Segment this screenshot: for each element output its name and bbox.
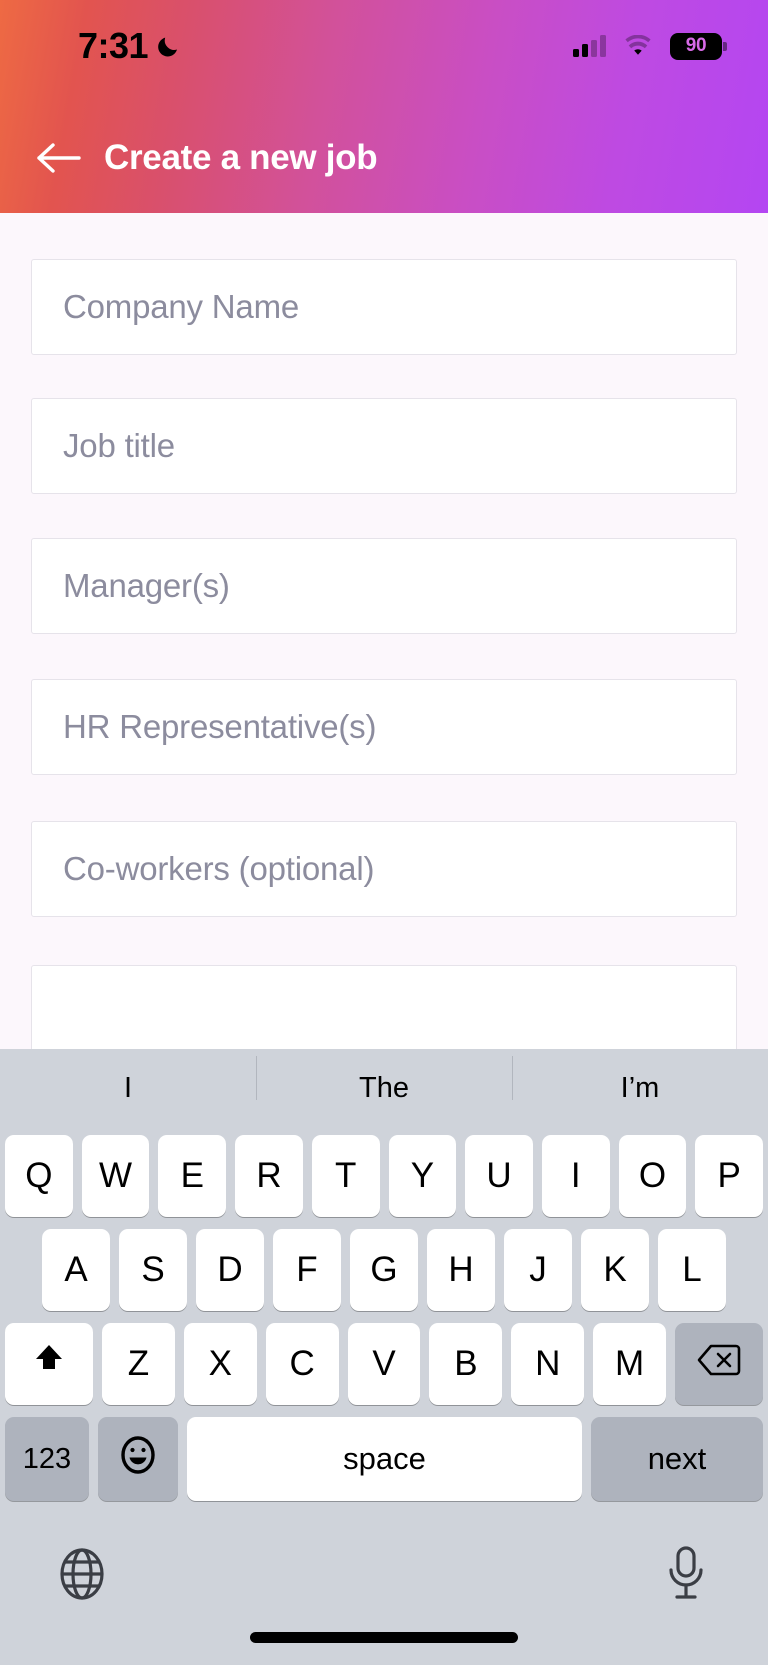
on-screen-keyboard: I The I’m Q W E R T Y U I O P A S D F G … [0,1049,768,1665]
page-title: Create a new job [104,138,378,177]
key-y[interactable]: Y [388,1135,457,1217]
key-s[interactable]: S [119,1229,187,1311]
key-x[interactable]: X [183,1323,257,1405]
keyboard-row-1: Q W E R T Y U I O P [0,1135,768,1217]
suggestion-item-1[interactable]: I [0,1072,256,1105]
key-m[interactable]: M [593,1323,667,1405]
status-bar-right: 90 [573,32,727,60]
key-v[interactable]: V [347,1323,421,1405]
key-b[interactable]: B [429,1323,503,1405]
key-j[interactable]: J [504,1229,572,1311]
globe-icon[interactable] [52,1544,112,1604]
crescent-moon-icon [156,33,182,59]
shift-arrow-icon [29,1340,69,1389]
home-indicator [250,1632,518,1643]
job-title-placeholder: Job title [63,427,175,464]
microphone-icon[interactable] [656,1544,716,1604]
suggestion-item-2[interactable]: The [256,1055,512,1105]
company-name-field[interactable]: Company Name [31,259,737,355]
key-o[interactable]: O [618,1135,687,1217]
key-u[interactable]: U [465,1135,533,1217]
company-name-placeholder: Company Name [63,288,300,325]
key-r[interactable]: R [235,1135,303,1217]
key-z[interactable]: Z [102,1323,175,1405]
key-i[interactable]: I [541,1135,610,1217]
space-key[interactable]: space [187,1417,582,1501]
job-title-field[interactable]: Job title [31,398,737,494]
battery-icon: 90 [670,32,727,60]
key-d[interactable]: D [196,1229,264,1311]
hr-representatives-placeholder: HR Representative(s) [63,708,377,745]
backspace-icon [696,1343,742,1386]
key-l[interactable]: L [658,1229,726,1311]
status-clock: 7:31 [78,25,149,66]
key-a[interactable]: A [42,1229,110,1311]
app-header: 7:31 90 Create a new job [0,0,768,213]
suggestion-bar: I The I’m [0,1049,768,1127]
navigation-bar: Create a new job [0,118,768,198]
hr-representatives-field[interactable]: HR Representative(s) [31,679,737,775]
battery-level: 90 [685,35,707,56]
co-workers-placeholder: Co-workers (optional) [63,850,375,887]
back-arrow-icon[interactable] [36,135,82,181]
co-workers-field[interactable]: Co-workers (optional) [31,821,737,917]
status-bar: 7:31 90 [0,0,768,92]
backspace-key[interactable] [675,1323,764,1405]
key-w[interactable]: W [81,1135,150,1217]
key-g[interactable]: G [350,1229,418,1311]
return-key[interactable]: next [591,1417,763,1501]
numbers-key[interactable]: 123 [5,1417,89,1501]
key-t[interactable]: T [311,1135,380,1217]
wifi-icon [623,34,653,57]
suggestion-item-3[interactable]: I’m [512,1055,768,1105]
status-bar-left: 7:31 [78,25,182,67]
cellular-signal-icon [573,35,606,57]
emoji-smiley-icon [117,1434,159,1485]
next-field[interactable] [31,965,737,1049]
managers-placeholder: Manager(s) [63,567,230,604]
keyboard-row-3: Z X C V B N M [0,1323,768,1405]
emoji-key[interactable] [98,1417,178,1501]
key-n[interactable]: N [511,1323,585,1405]
key-c[interactable]: C [265,1323,339,1405]
key-p[interactable]: P [695,1135,764,1217]
keyboard-bottom-bar [0,1519,768,1629]
keyboard-row-4: 123 space next [0,1417,768,1501]
key-q[interactable]: Q [5,1135,73,1217]
job-form: Company Name Job title Manager(s) HR Rep… [0,213,768,1049]
key-k[interactable]: K [581,1229,649,1311]
key-e[interactable]: E [158,1135,227,1217]
key-h[interactable]: H [427,1229,495,1311]
managers-field[interactable]: Manager(s) [31,538,737,634]
key-f[interactable]: F [273,1229,341,1311]
keyboard-row-2: A S D F G H J K L [0,1229,768,1311]
shift-key[interactable] [5,1323,93,1405]
